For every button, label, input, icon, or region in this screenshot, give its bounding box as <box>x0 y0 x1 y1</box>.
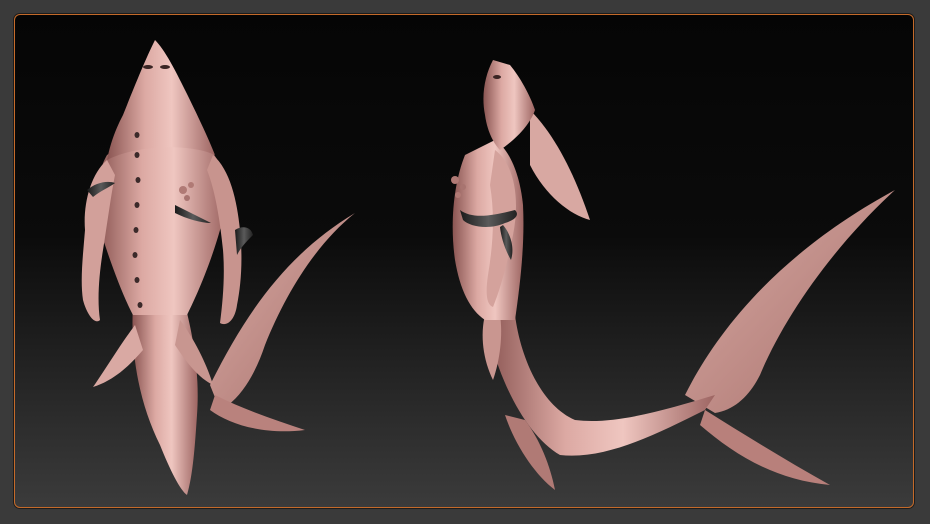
front-torso <box>96 143 226 315</box>
side-dorsal-fin <box>530 110 590 220</box>
side-head <box>483 60 535 150</box>
side-view-creature <box>451 60 895 490</box>
front-lower-tail-fin <box>210 395 305 432</box>
side-tail-lower-fin <box>700 410 830 485</box>
side-tail-upper-fin <box>685 190 895 413</box>
side-eye <box>493 75 501 79</box>
front-pustule <box>179 186 187 194</box>
front-left-pelvic-fin <box>93 325 143 387</box>
sculpt-render <box>81 40 895 495</box>
front-right-eye <box>160 65 170 69</box>
front-view-creature <box>81 40 355 495</box>
front-left-eye <box>143 65 153 69</box>
render-viewport <box>14 14 914 508</box>
front-right-horn <box>235 227 253 255</box>
front-head <box>107 40 215 160</box>
side-hip-fin <box>482 315 502 380</box>
